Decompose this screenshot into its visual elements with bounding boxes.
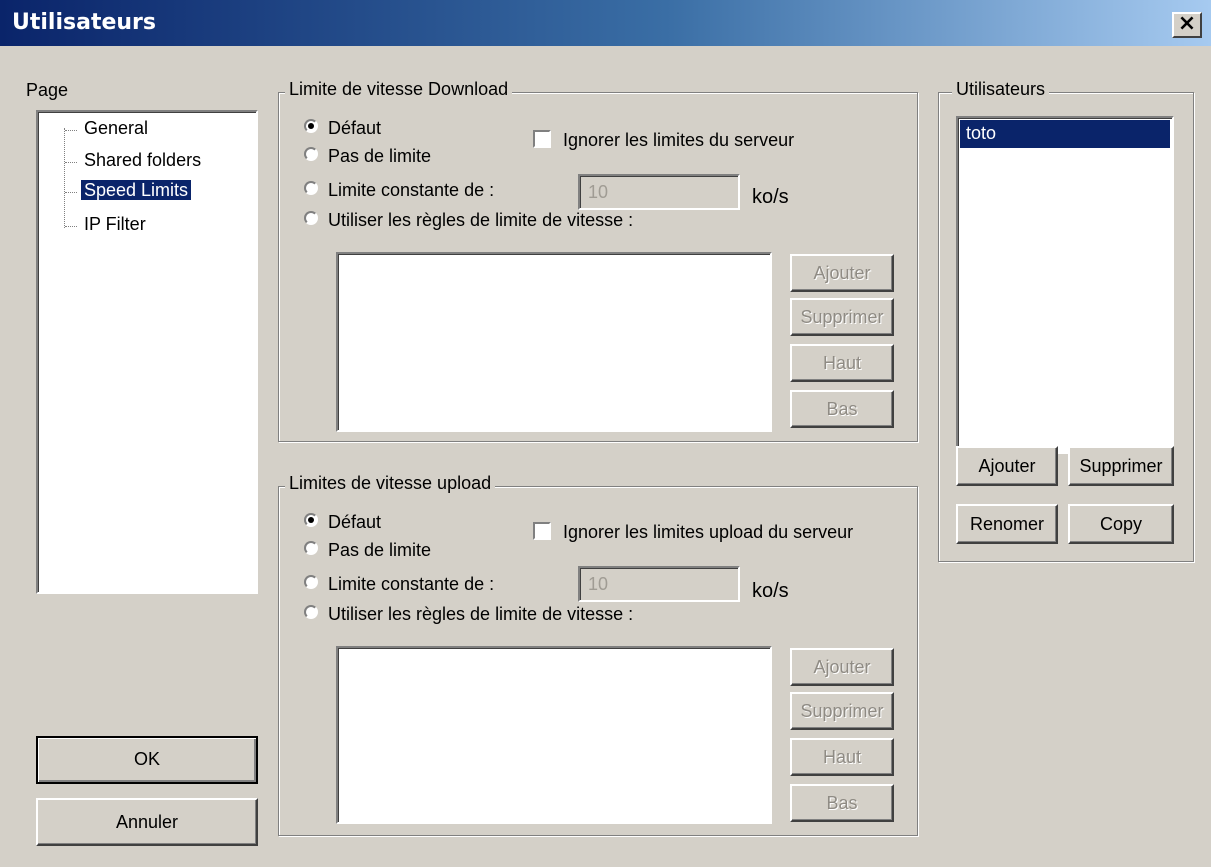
tree-item-speed-limits[interactable]: Speed Limits: [81, 180, 192, 201]
download-unit-label: ko/s: [752, 186, 789, 208]
user-list-item[interactable]: toto: [960, 120, 1170, 148]
download-up-button[interactable]: Haut: [790, 344, 894, 382]
upload-radio-constant[interactable]: Limite constante de :: [304, 574, 494, 598]
upload-radio-default[interactable]: Défaut: [304, 512, 381, 536]
download-add-button[interactable]: Ajouter: [790, 254, 894, 292]
upload-ignore-server-checkbox[interactable]: Ignorer les limites upload du serveur: [533, 522, 853, 546]
upload-constant-input[interactable]: 10: [578, 566, 740, 602]
user-remove-button[interactable]: Supprimer: [1068, 446, 1174, 486]
user-copy-button[interactable]: Copy: [1068, 504, 1174, 544]
download-down-button[interactable]: Bas: [790, 390, 894, 428]
upload-up-button[interactable]: Haut: [790, 738, 894, 776]
download-rules-list[interactable]: [336, 252, 772, 432]
users-legend: Utilisateurs: [952, 79, 1050, 100]
user-add-button[interactable]: Ajouter: [956, 446, 1058, 486]
tree-line: [64, 128, 65, 228]
upload-rules-list[interactable]: [336, 646, 772, 824]
radio-indicator: [304, 513, 318, 528]
user-rename-button[interactable]: Renomer: [956, 504, 1058, 544]
tree-item-ip-filter[interactable]: IP Filter: [84, 214, 146, 235]
ok-button[interactable]: OK: [36, 736, 258, 784]
radio-indicator: [304, 119, 318, 134]
page-label: Page: [26, 80, 69, 100]
upload-unit-label: ko/s: [752, 580, 789, 602]
close-icon: ×: [1177, 11, 1197, 36]
tree-item-shared-folders[interactable]: Shared folders: [84, 150, 201, 171]
download-constant-input[interactable]: 10: [578, 174, 740, 210]
download-radio-default[interactable]: Défaut: [304, 118, 381, 142]
upload-legend: Limites de vitesse upload: [285, 473, 496, 494]
close-button[interactable]: ×: [1172, 12, 1202, 38]
download-radio-constant[interactable]: Limite constante de :: [304, 180, 494, 204]
tree-item-general[interactable]: General: [84, 118, 148, 139]
download-legend: Limite de vitesse Download: [285, 79, 513, 100]
upload-remove-button[interactable]: Supprimer: [790, 692, 894, 730]
users-list[interactable]: toto: [956, 116, 1174, 454]
download-ignore-server-checkbox[interactable]: Ignorer les limites du serveur: [533, 130, 794, 154]
upload-radio-no-limit[interactable]: Pas de limite: [304, 540, 431, 564]
page-tree[interactable]: General Shared folders Speed Limits IP F…: [36, 110, 258, 594]
upload-add-button[interactable]: Ajouter: [790, 648, 894, 686]
window-title: Utilisateurs: [12, 10, 156, 35]
cancel-button[interactable]: Annuler: [36, 798, 258, 846]
download-remove-button[interactable]: Supprimer: [790, 298, 894, 336]
title-bar: Utilisateurs ×: [0, 0, 1211, 46]
download-radio-no-limit[interactable]: Pas de limite: [304, 146, 431, 170]
upload-radio-rules[interactable]: Utiliser les règles de limite de vitesse…: [304, 604, 633, 628]
download-radio-rules[interactable]: Utiliser les règles de limite de vitesse…: [304, 210, 633, 234]
upload-down-button[interactable]: Bas: [790, 784, 894, 822]
